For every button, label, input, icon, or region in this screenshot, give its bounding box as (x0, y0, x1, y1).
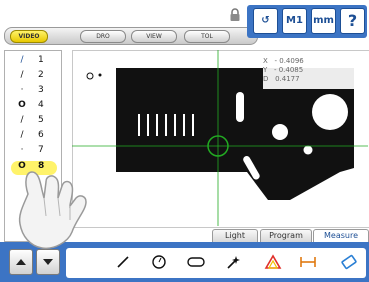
point-icon: · (20, 145, 24, 155)
list-item[interactable]: O 4 (11, 100, 57, 114)
touch-hand-illustration (18, 171, 87, 250)
line-icon: / (20, 70, 24, 80)
medium-hole (272, 124, 288, 140)
feature-number: 7 (38, 145, 44, 155)
large-hole (312, 94, 348, 130)
point-icon: · (20, 85, 24, 95)
line-icon: / (20, 115, 24, 125)
feature-number: 5 (38, 115, 44, 125)
x-value: - 0.4096 (274, 57, 304, 65)
feature-number: 4 (38, 100, 44, 110)
tab-measure[interactable]: Measure (313, 229, 369, 242)
point-marker-circle (86, 72, 94, 80)
y-label: Y (263, 66, 268, 74)
list-item[interactable]: / 5 (11, 115, 57, 129)
list-item[interactable]: / 2 (11, 70, 57, 84)
vertical-slot (236, 92, 244, 122)
tab-dro[interactable]: DRO (80, 30, 126, 43)
feature-number: 6 (38, 130, 44, 140)
list-item[interactable]: / 1 (11, 55, 57, 69)
x-label: X (263, 57, 268, 65)
eraser-tool-icon[interactable] (338, 252, 360, 272)
circle-icon: O (18, 100, 26, 110)
auto-measure-icon[interactable] (222, 252, 244, 272)
point-marker-dot (98, 73, 102, 77)
tab-program[interactable]: Program (260, 229, 312, 242)
tab-video[interactable]: VIDEO (10, 30, 48, 43)
line-tool-icon[interactable] (112, 252, 134, 272)
list-item[interactable]: · 7 (11, 145, 57, 159)
dro-readout: X - 0.4096 Y - 0.4085 D 0.4177 (263, 57, 361, 89)
feature-number: 1 (38, 55, 44, 65)
tab-tol[interactable]: TOL (184, 30, 230, 43)
distance-tool-icon[interactable] (297, 252, 319, 272)
m1-button[interactable]: M1 (282, 8, 307, 34)
lock-icon[interactable] (229, 8, 241, 22)
circle-tool-icon[interactable] (148, 252, 170, 272)
tab-view[interactable]: VIEW (131, 30, 177, 43)
feature-number: 2 (38, 70, 44, 80)
tab-light[interactable]: Light (212, 229, 258, 242)
undo-icon[interactable]: ↺ (253, 8, 278, 34)
slot-tool-icon[interactable] (185, 252, 207, 272)
help-icon[interactable]: ? (340, 8, 365, 34)
measure-tools-panel (66, 248, 366, 278)
list-item[interactable]: · 3 (11, 85, 57, 99)
d-label: D (263, 75, 269, 83)
d-value: 0.4177 (275, 75, 300, 83)
y-value: - 0.4085 (273, 66, 304, 74)
units-button[interactable]: mm (311, 8, 336, 34)
angle-tool-icon[interactable] (262, 252, 284, 272)
list-item[interactable]: / 6 (11, 130, 57, 144)
line-icon: / (20, 130, 24, 140)
line-icon: / (20, 55, 24, 65)
small-hole (303, 145, 313, 155)
feature-number: 3 (38, 85, 44, 95)
